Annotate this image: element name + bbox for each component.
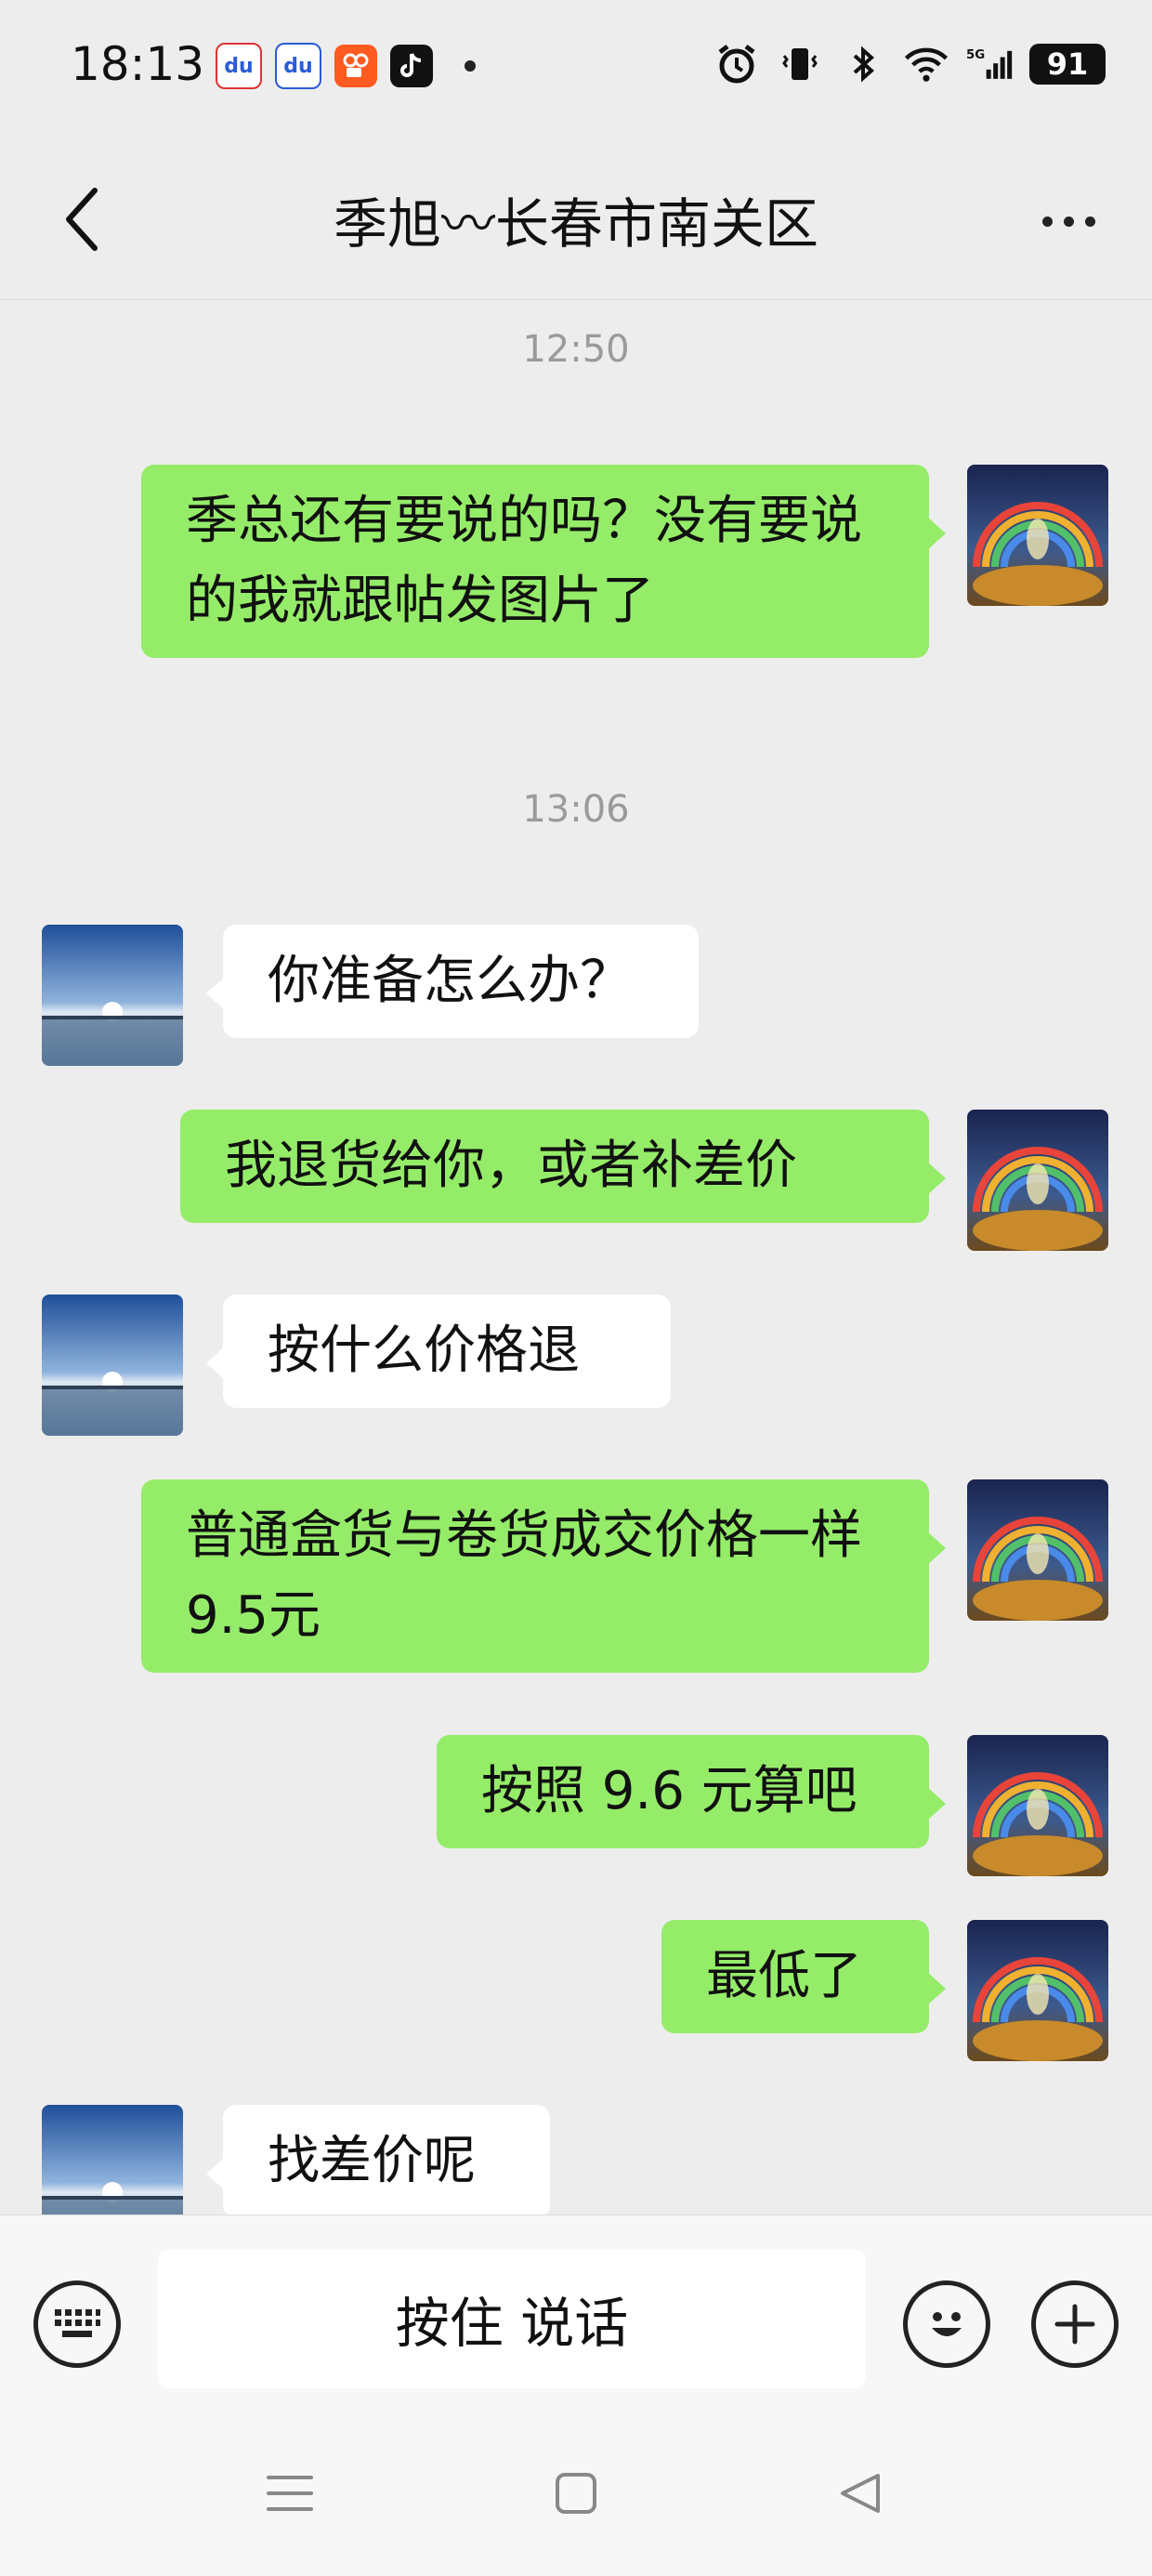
message-bubble-mine[interactable]: 我退货给你，或者补差价 [180, 1110, 946, 1223]
message-bubble-mine[interactable]: 普通盒货与卷货成交价格一样 9.5元 [141, 1479, 946, 1673]
my-avatar[interactable] [967, 1479, 1108, 1621]
status-bar: 18:13 du du 5G 91 [0, 0, 1152, 139]
more-button[interactable] [1022, 193, 1115, 249]
more-icon [1041, 216, 1053, 227]
system-nav-bar [0, 2400, 1152, 2576]
home-nav-button[interactable] [539, 2456, 613, 2530]
emoji-icon [932, 2312, 962, 2336]
svg-text:5G: 5G [966, 48, 985, 62]
timestamp: 13:06 [522, 788, 630, 831]
message-bubble-theirs[interactable]: 找差价呢 [206, 2105, 550, 2215]
message-bubble-mine[interactable]: 按照 9.6 元算吧 [437, 1735, 946, 1848]
my-avatar[interactable] [967, 1110, 1108, 1251]
input-bar: 按住 说话 [0, 2215, 1152, 2401]
wifi-icon [903, 41, 949, 87]
notification-icons: du du [216, 43, 476, 89]
timestamp: 12:50 [522, 328, 630, 371]
alarm-icon [713, 41, 760, 87]
back-nav-button[interactable] [823, 2456, 897, 2530]
menu-nav-button[interactable] [253, 2456, 327, 2530]
battery-icon: 91 [1029, 44, 1106, 85]
more-notifications-dot [465, 60, 476, 72]
contact-avatar[interactable] [42, 925, 183, 1066]
nav-back-icon [841, 2474, 880, 2513]
baidu-lite-app-icon: du [275, 43, 321, 89]
keyboard-icon [55, 2309, 100, 2337]
chat-title: 季旭〰长春市南关区 [333, 192, 818, 256]
signal-5g-icon: 5G [966, 41, 1013, 87]
home-icon [556, 2473, 596, 2514]
contact-avatar[interactable] [42, 2105, 183, 2215]
plus-icon [1054, 2304, 1095, 2345]
message-bubble-mine[interactable]: 季总还有要说的吗？没有要说的我就跟帖发图片了 [141, 465, 946, 658]
hold-to-talk-button[interactable]: 按住 说话 [158, 2249, 866, 2388]
system-icons: 5G 91 [713, 41, 1106, 87]
chat-messages[interactable]: 12:50 季总还有要说的吗？没有要说的我就跟帖发图片了 13:06 你准备怎么… [0, 300, 1152, 2215]
status-time: 18:13 [71, 37, 205, 91]
vibrate-icon [777, 41, 823, 87]
more-actions-button[interactable] [1031, 2280, 1119, 2368]
message-bubble-mine[interactable]: 最低了 [661, 1920, 946, 2033]
baidu-app-icon: du [216, 43, 262, 89]
message-bubble-theirs[interactable]: 按什么价格退 [206, 1295, 671, 1408]
emoji-button[interactable] [903, 2280, 990, 2368]
chat-header: 季旭〰长春市南关区 [0, 139, 1152, 300]
bluetooth-icon [840, 41, 886, 87]
contact-avatar[interactable] [42, 1295, 183, 1436]
my-avatar[interactable] [967, 465, 1108, 606]
kuaishou-app-icon [334, 45, 377, 87]
message-bubble-theirs[interactable]: 你准备怎么办？ [206, 925, 699, 1038]
tiktok-app-icon [390, 45, 433, 87]
my-avatar[interactable] [967, 1920, 1108, 2061]
keyboard-button[interactable] [33, 2280, 121, 2368]
menu-icon [267, 2476, 313, 2511]
my-avatar[interactable] [967, 1735, 1108, 1876]
